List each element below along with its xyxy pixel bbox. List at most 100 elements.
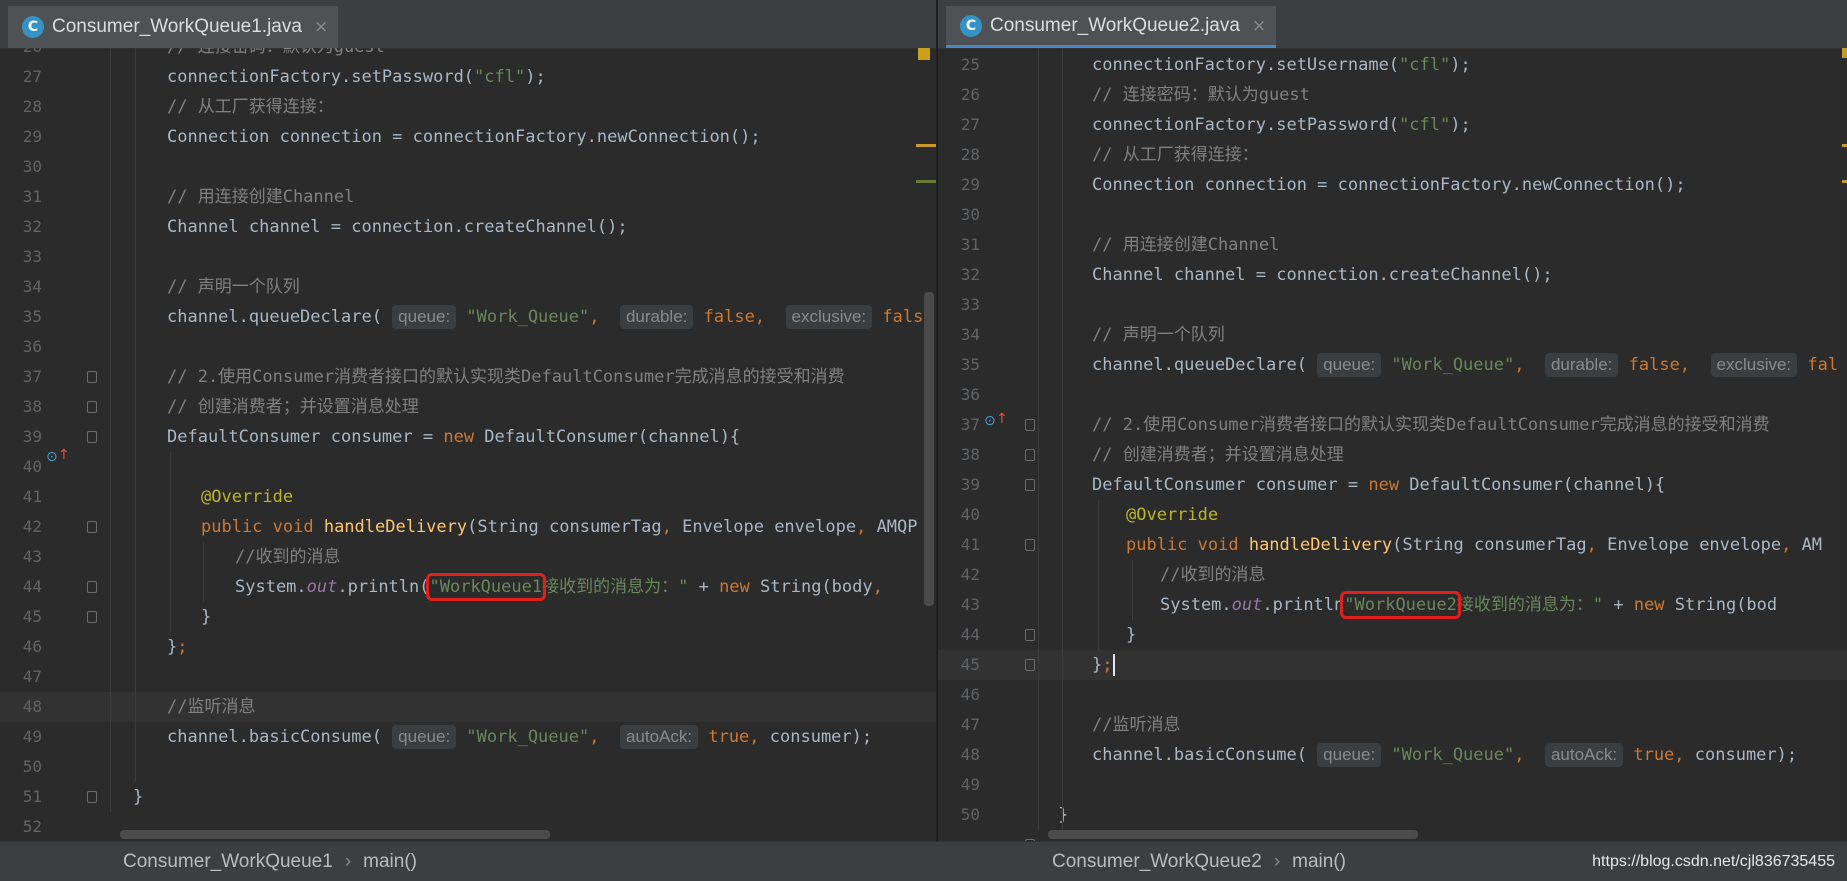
code-line[interactable]: 35 channel.queueDeclare( queue: "Work_Que…	[0, 302, 936, 332]
code-token: public void	[1126, 535, 1249, 555]
code-line[interactable]: 38// 创建消费者；并设置消息处理	[938, 440, 1847, 470]
code-line[interactable]: 28// 从工厂获得连接：	[0, 92, 936, 122]
code-line[interactable]: 33	[0, 242, 936, 272]
code-line[interactable]: 42//收到的消息	[938, 560, 1847, 590]
code-line[interactable]: 36	[0, 332, 936, 362]
code-line[interactable]: 26// 连接密码：默认为guest	[938, 80, 1847, 110]
fold-toggle-icon[interactable]	[87, 791, 97, 803]
fold-toggle-icon[interactable]	[1025, 539, 1035, 551]
right-tab-bar: C Consumer_WorkQueue2.java ×	[938, 0, 1847, 49]
fold-toggle-icon[interactable]	[87, 581, 97, 593]
error-stripe-marker[interactable]	[1842, 144, 1847, 147]
code-line[interactable]: 32 Channel channel = connection.createCha…	[0, 212, 936, 242]
breadcrumb-class[interactable]: Consumer_WorkQueue2	[1052, 851, 1262, 872]
implements-method-icon[interactable]: ⊙	[46, 449, 58, 465]
code-line[interactable]: 37// 2.使用Consumer消费者接口的默认实现类DefaultConsu…	[938, 410, 1847, 440]
code-line[interactable]: 47//监听消息	[938, 710, 1847, 740]
code-text: // 创建消费者；并设置消息处理	[1092, 440, 1344, 470]
code-line[interactable]: 45};	[938, 650, 1847, 680]
code-line[interactable]: 31// 用连接创建Channel	[0, 182, 936, 212]
code-text: }	[1126, 620, 1136, 650]
error-stripe-marker[interactable]	[1842, 180, 1847, 183]
code-line[interactable]: 39 DefaultConsumer consumer = new Default…	[938, 470, 1847, 500]
breadcrumb-method[interactable]: main()	[1292, 851, 1346, 872]
code-line[interactable]: 50	[0, 752, 936, 782]
left-vertical-scrollbar[interactable]	[924, 292, 934, 606]
code-text: Channel channel = connection.createChann…	[1092, 260, 1553, 290]
code-line[interactable]: 46};	[0, 632, 936, 662]
code-line[interactable]: 26// 连接密码：默认为guest	[0, 48, 936, 62]
override-arrow-icon[interactable]: ↑	[58, 447, 70, 463]
error-stripe-marker[interactable]	[1842, 48, 1847, 58]
breadcrumb-class[interactable]: Consumer_WorkQueue1	[123, 851, 333, 872]
fold-toggle-icon[interactable]	[1025, 419, 1035, 431]
code-line[interactable]: 32 Channel channel = connection.createCha…	[938, 260, 1847, 290]
code-line[interactable]: 41 @Override	[0, 482, 936, 512]
tab-consumer-workqueue1[interactable]: C Consumer_WorkQueue1.java ×	[8, 6, 339, 48]
code-line[interactable]: 30	[938, 200, 1847, 230]
code-line[interactable]: 49	[938, 770, 1847, 800]
fold-toggle-icon[interactable]	[87, 431, 97, 443]
code-token: ,	[589, 727, 620, 747]
close-tab-icon[interactable]: ×	[1252, 16, 1266, 36]
code-line[interactable]: 29 Connection connection = connectionFact…	[0, 122, 936, 152]
left-code-area[interactable]: 26// 连接密码：默认为guest27connectionFactory.se…	[0, 48, 936, 841]
code-line[interactable]: 35 channel.queueDeclare( queue: "Work_Que…	[938, 350, 1847, 380]
right-code-area[interactable]: // 连接用户名：默认为guest25connectionFactory.set…	[938, 48, 1847, 841]
code-line[interactable]: 43 System.out.println"WorkQueue2接收到的消息为："…	[938, 590, 1847, 620]
code-line[interactable]: 47	[0, 662, 936, 692]
code-line[interactable]: 49 channel.basicConsume( queue: "Work_Que…	[0, 722, 936, 752]
close-tab-icon[interactable]: ×	[314, 17, 328, 37]
code-line[interactable]: 34// 声明一个队列	[938, 320, 1847, 350]
code-line[interactable]: 30	[0, 152, 936, 182]
error-stripe-marker[interactable]	[916, 144, 936, 147]
error-stripe-marker[interactable]	[916, 180, 936, 183]
code-text: //收到的消息	[235, 542, 340, 572]
fold-toggle-icon[interactable]	[87, 401, 97, 413]
left-horizontal-scrollbar[interactable]	[120, 830, 550, 839]
fold-toggle-icon[interactable]	[87, 521, 97, 533]
left-editor-body[interactable]: 26// 连接密码：默认为guest27connectionFactory.se…	[0, 48, 936, 841]
right-editor-pane: C Consumer_WorkQueue2.java × // 连接用户名：默认…	[938, 0, 1847, 881]
code-line[interactable]: 31// 用连接创建Channel	[938, 230, 1847, 260]
code-line[interactable]: 25 connectionFactory.setUsername("cfl");	[938, 50, 1847, 80]
code-line[interactable]: 45}	[0, 602, 936, 632]
code-line[interactable]: 41 public void handleDelivery(String cons…	[938, 530, 1847, 560]
implements-method-icon[interactable]: ⊙	[984, 413, 996, 429]
code-line[interactable]: 40	[0, 452, 936, 482]
fold-toggle-icon[interactable]	[87, 371, 97, 383]
code-line[interactable]: 36	[938, 380, 1847, 410]
code-line[interactable]: 40 @Override	[938, 500, 1847, 530]
code-line[interactable]: 50}	[938, 800, 1847, 830]
code-line[interactable]: 29 Connection connection = connectionFact…	[938, 170, 1847, 200]
code-line[interactable]: 44}	[938, 620, 1847, 650]
code-token: // 2.使用Consumer消费者接口的默认实现类DefaultConsume…	[1092, 415, 1770, 435]
code-line[interactable]: 44 System.out.println("WorkQueue1接收到的消息为：…	[0, 572, 936, 602]
code-line[interactable]: 48 channel.basicConsume( queue: "Work_Que…	[938, 740, 1847, 770]
fold-toggle-icon[interactable]	[87, 611, 97, 623]
code-line[interactable]: 34// 声明一个队列	[0, 272, 936, 302]
fold-toggle-icon[interactable]	[1025, 449, 1035, 461]
code-text: DefaultConsumer consumer = new DefaultCo…	[167, 422, 740, 452]
code-line[interactable]: 33	[938, 290, 1847, 320]
fold-toggle-icon[interactable]	[1025, 479, 1035, 491]
code-line[interactable]: 46	[938, 680, 1847, 710]
code-line[interactable]: 28// 从工厂获得连接：	[938, 140, 1847, 170]
code-line[interactable]: 43//收到的消息	[0, 542, 936, 572]
warning-marker[interactable]	[918, 48, 930, 60]
override-arrow-icon[interactable]: ↑	[996, 411, 1008, 427]
fold-toggle-icon[interactable]	[1025, 629, 1035, 641]
code-line[interactable]: 48//监听消息	[0, 692, 936, 722]
code-line[interactable]: 39 DefaultConsumer consumer = new Default…	[0, 422, 936, 452]
code-line[interactable]: 27 connectionFactory.setPassword("cfl");	[938, 110, 1847, 140]
code-line[interactable]: 51}	[0, 782, 936, 812]
breadcrumb-method[interactable]: main()	[363, 851, 417, 872]
code-line[interactable]: 38// 创建消费者；并设置消息处理	[0, 392, 936, 422]
fold-toggle-icon[interactable]	[1025, 659, 1035, 671]
code-line[interactable]: 27 connectionFactory.setPassword("cfl");	[0, 62, 936, 92]
code-line[interactable]: 37// 2.使用Consumer消费者接口的默认实现类DefaultConsu…	[0, 362, 936, 392]
right-horizontal-scrollbar[interactable]	[1048, 830, 1418, 839]
tab-consumer-workqueue2[interactable]: C Consumer_WorkQueue2.java ×	[946, 6, 1277, 48]
right-editor-body[interactable]: // 连接用户名：默认为guest25connectionFactory.set…	[938, 48, 1847, 841]
code-line[interactable]: 42 public void handleDelivery(String cons…	[0, 512, 936, 542]
